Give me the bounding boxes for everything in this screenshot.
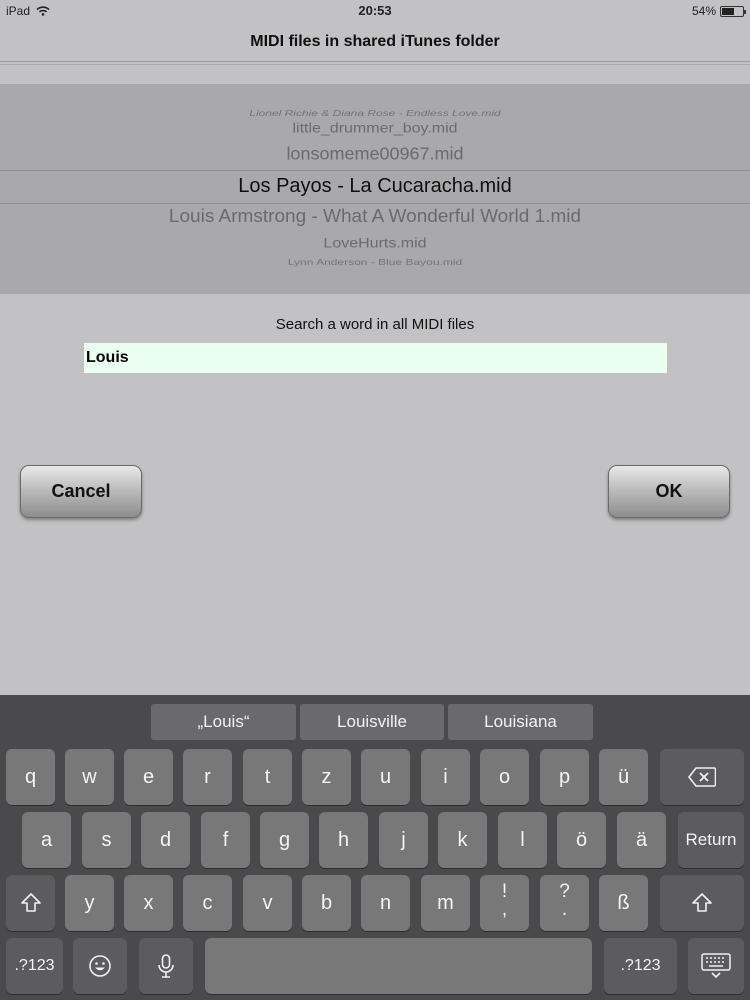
key-v[interactable]: v [243,875,292,931]
key-o-umlaut[interactable]: ö [557,812,606,868]
emoji-key[interactable] [73,938,127,994]
key-o[interactable]: o [480,749,529,805]
key-r[interactable]: r [183,749,232,805]
backspace-key[interactable] [660,749,744,805]
key-z[interactable]: z [302,749,351,805]
picker-item[interactable]: Lionel Richie & Diana Rose - Endless Lov… [0,108,750,118]
key-n[interactable]: n [361,875,410,931]
suggestion[interactable]: Louisiana [448,704,593,740]
picker-item[interactable]: LoveHurts.mid [0,236,750,252]
key-s[interactable]: s [82,812,131,868]
key-i[interactable]: i [421,749,470,805]
nav-bar: MIDI files in shared iTunes folder [0,22,750,62]
shift-key-left[interactable] [6,875,55,931]
key-g[interactable]: g [260,812,309,868]
status-bar: iPad 20:53 54% [0,0,750,22]
ok-button[interactable]: OK [608,465,730,518]
key-w[interactable]: w [65,749,114,805]
key-period-label: . [561,899,568,920]
picker-item[interactable]: Louis Armstrong - What A Wonderful World… [0,207,750,228]
shift-icon [20,893,41,912]
key-j[interactable]: j [379,812,428,868]
key-b[interactable]: b [302,875,351,931]
keyboard-dismiss-icon [701,953,731,979]
key-q[interactable]: q [6,749,55,805]
key-p[interactable]: p [540,749,589,805]
emoji-icon [89,955,111,977]
search-label: Search a word in all MIDI files [275,316,475,333]
backspace-icon [687,767,717,787]
key-x[interactable]: x [124,875,173,931]
key-a-umlaut[interactable]: ä [617,812,666,868]
numbers-key-right[interactable]: .?123 [604,938,677,994]
picker-item-selected[interactable]: Los Payos - La Cucaracha.mid [0,175,750,198]
shift-key-right[interactable] [660,875,744,931]
space-bar[interactable] [205,938,592,994]
key-d[interactable]: d [141,812,190,868]
key-exclaim-comma[interactable]: !, [480,875,529,931]
keyboard: „Louis“ Louisville Louisiana q w e r t z… [0,695,750,1000]
picker-item[interactable]: Lynn Anderson - Blue Bayou.mid [0,257,750,267]
file-picker[interactable]: Lionel Richie & Diana Rose - Endless Lov… [0,84,750,294]
shift-icon [692,893,712,912]
picker-item[interactable]: little_drummer_boy.mid [0,121,750,137]
key-t[interactable]: t [243,749,292,805]
battery-percent: 54% [691,4,716,18]
key-question-period[interactable]: ?. [540,875,589,931]
divider [0,64,750,65]
battery-icon [720,5,746,17]
key-eszett[interactable]: ß [599,875,648,931]
dictation-key[interactable] [139,938,193,994]
key-u-umlaut[interactable]: ü [599,749,648,805]
key-k[interactable]: k [438,812,487,868]
suggestion[interactable]: Louisville [300,704,444,740]
microphone-icon [158,954,174,978]
cancel-button[interactable]: Cancel [20,465,142,518]
key-comma-label: , [501,899,508,920]
key-u[interactable]: u [361,749,410,805]
key-l[interactable]: l [498,812,547,868]
key-y[interactable]: y [65,875,114,931]
numbers-key-left[interactable]: .?123 [6,938,63,994]
key-e[interactable]: e [124,749,173,805]
picker-item[interactable]: lonsomeme00967.mid [0,145,750,165]
key-f[interactable]: f [201,812,250,868]
suggestion-quoted[interactable]: „Louis“ [151,704,296,740]
hide-keyboard-key[interactable] [688,938,744,994]
search-input[interactable] [84,343,667,373]
key-m[interactable]: m [421,875,470,931]
key-a[interactable]: a [22,812,71,868]
page-title: MIDI files in shared iTunes folder [250,33,500,50]
key-c[interactable]: c [183,875,232,931]
status-right: 54% [691,4,746,18]
status-time: 20:53 [358,3,392,18]
key-h[interactable]: h [319,812,368,868]
return-key[interactable]: Return [678,812,744,868]
